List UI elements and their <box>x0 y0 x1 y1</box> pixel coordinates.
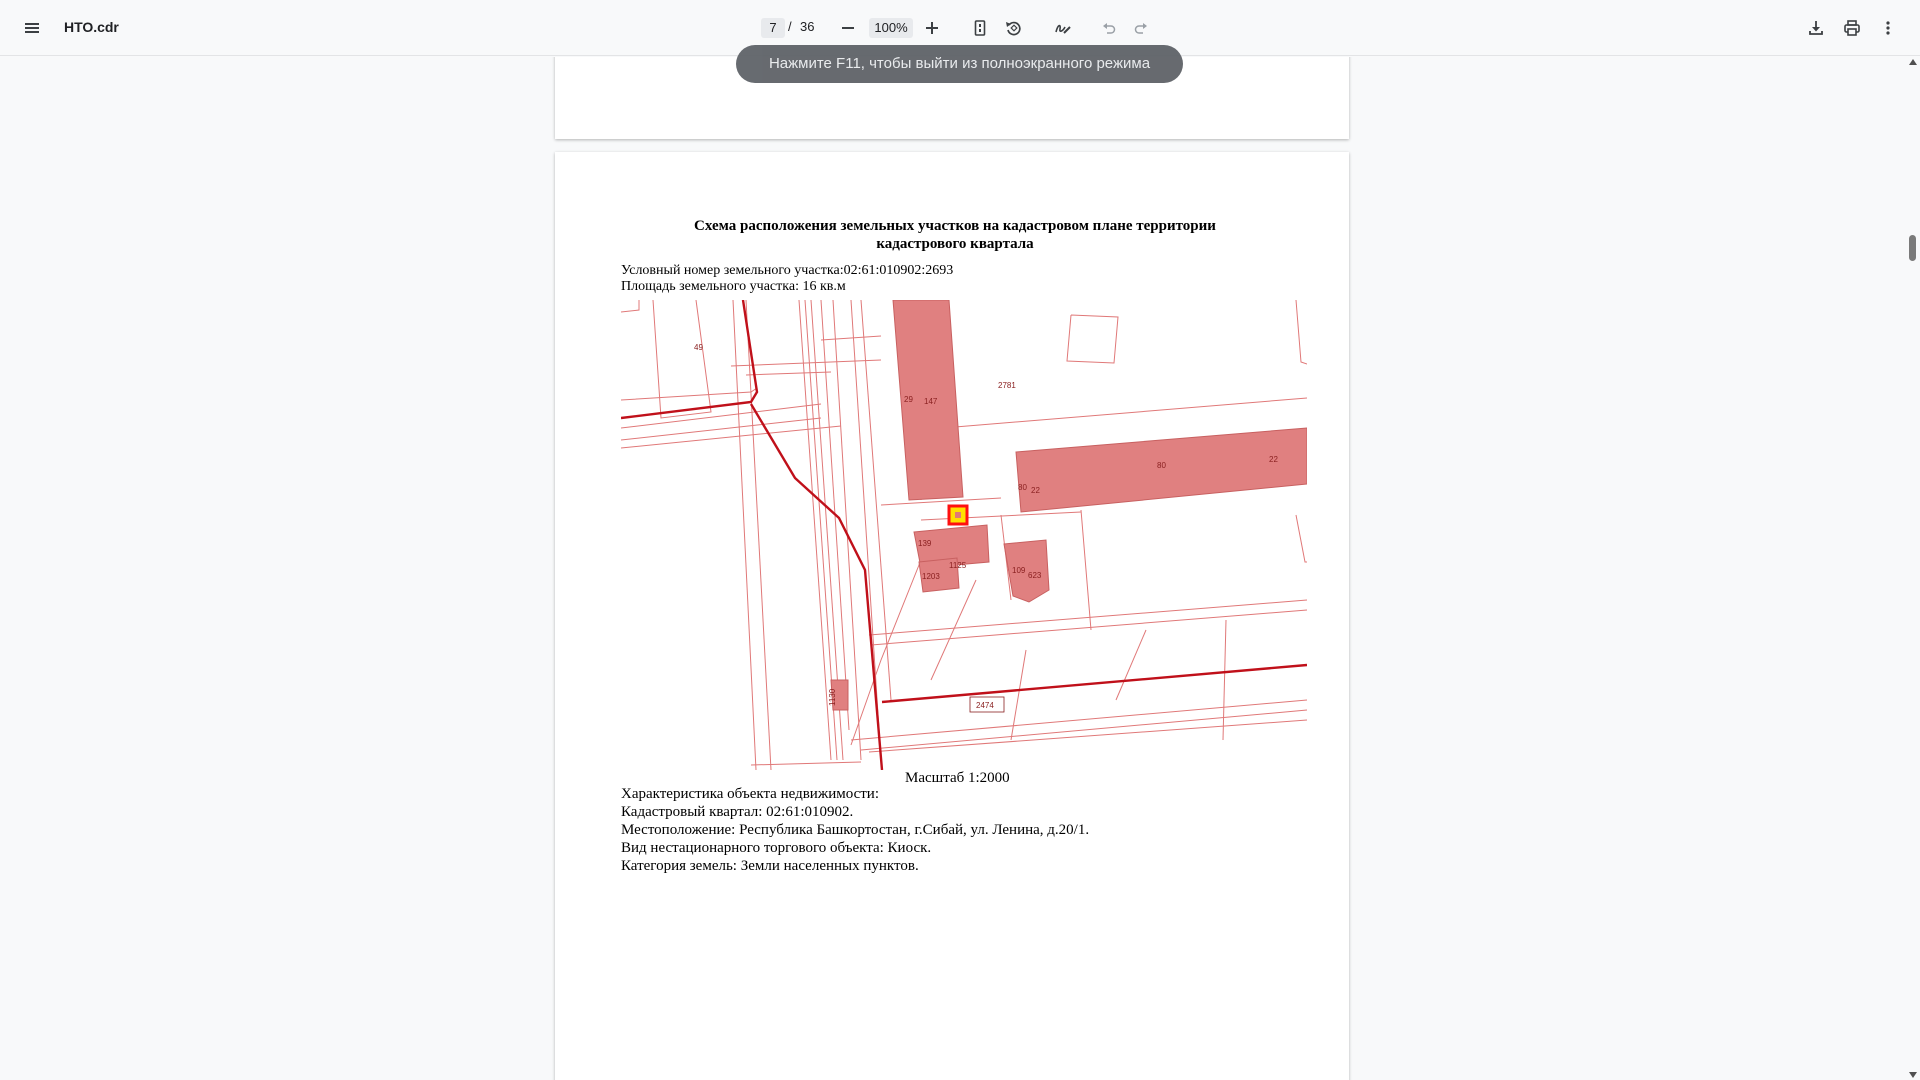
map-label-139: 139 <box>918 539 932 548</box>
map-label-80-a: 80 <box>1157 461 1166 470</box>
print-button[interactable] <box>1836 12 1868 44</box>
map-line <box>868 719 1307 753</box>
map-line <box>652 300 712 419</box>
redo-icon <box>1134 23 1147 34</box>
map-label-1130: 1130 <box>828 688 837 706</box>
map-line <box>870 609 1307 646</box>
document-title-line-2: кадастрового квартала <box>876 236 1034 252</box>
map-label-623: 623 <box>1028 571 1042 580</box>
parcel-109 <box>1003 539 1050 603</box>
document-title-line-1: Схема расположения земельных участков на… <box>694 218 1216 234</box>
map-line <box>1115 629 1147 701</box>
map-line <box>868 599 1307 636</box>
map-label-1203: 1203 <box>922 572 940 581</box>
pdf-page-current: Схема расположения земельных участков на… <box>555 152 1349 1080</box>
location-text: Местоположение: Республика Башкортостан,… <box>621 822 1090 838</box>
map-line <box>1066 314 1119 364</box>
map-line <box>745 371 832 376</box>
map-label-2474: 2474 <box>976 701 994 710</box>
document-title: Схема расположения земельных участков на… <box>675 217 1235 253</box>
map-label-80-b: 80 <box>1018 483 1027 492</box>
scroll-down-arrow-icon[interactable] <box>1909 1072 1917 1078</box>
zoom-in-button[interactable] <box>916 12 948 44</box>
document-viewport[interactable]: Схема расположения земельных участков на… <box>0 57 1906 1080</box>
fit-page-icon <box>974 20 986 36</box>
map-line <box>621 417 822 441</box>
fit-page-button[interactable] <box>964 12 996 44</box>
zoom-input[interactable]: 100% <box>869 18 913 38</box>
minus-icon <box>842 27 854 29</box>
map-line <box>860 709 1307 751</box>
fullscreen-exit-toast: Нажмите F11, чтобы выйти из полноэкранно… <box>736 45 1183 83</box>
map-line <box>918 397 1307 431</box>
plot-number-text: Условный номер земельного участка:02:61:… <box>621 263 954 278</box>
print-icon <box>1844 20 1860 36</box>
map-label-29: 29 <box>904 395 913 404</box>
scrollbar-thumb[interactable] <box>1909 235 1916 261</box>
total-pages: 36 <box>800 19 815 34</box>
file-name: НТО.cdr <box>64 19 119 35</box>
map-line <box>820 335 882 341</box>
map-label-2781: 2781 <box>998 381 1016 390</box>
map-label-22-a: 22 <box>1269 455 1278 464</box>
highlighted-plot-center <box>955 512 961 518</box>
rotate-icon <box>1006 21 1021 36</box>
rotate-button[interactable] <box>997 12 1029 44</box>
map-label-49: 49 <box>694 343 703 352</box>
hamburger-menu-icon <box>25 23 39 33</box>
undo-icon <box>1103 23 1116 34</box>
map-scale: Масштаб 1:2000 <box>905 770 1010 786</box>
land-category-text: Категория земель: Земли населенных пункт… <box>621 858 919 874</box>
map-line <box>750 761 862 766</box>
map-line <box>621 387 758 401</box>
boundary-line <box>621 300 759 420</box>
map-line <box>1010 649 1027 741</box>
more-options-button[interactable] <box>1872 12 1904 44</box>
map-label-1125: 1125 <box>949 561 967 570</box>
map-line <box>880 497 1002 506</box>
map-line <box>1080 509 1092 631</box>
map-label-109: 109 <box>1012 566 1026 575</box>
plus-icon <box>926 22 938 34</box>
plot-area-text: Площадь земельного участка: 16 кв.м <box>621 279 846 294</box>
map-line <box>850 559 922 746</box>
current-page-input[interactable]: 7 <box>761 18 785 38</box>
redo-button[interactable] <box>1125 12 1157 44</box>
download-icon <box>1809 21 1823 35</box>
page-separator: / <box>788 19 792 34</box>
download-button[interactable] <box>1800 12 1832 44</box>
map-line <box>798 300 832 761</box>
cadastral-map-drawing: 49 29 147 2781 80 22 22 80 139 1203 1125… <box>621 300 1307 770</box>
cadastral-quarter-text: Кадастровый квартал: 02:61:010902. <box>621 804 854 820</box>
map-line <box>621 300 640 313</box>
map-line <box>1295 514 1307 563</box>
pen-annotate-icon <box>1055 24 1071 34</box>
map-line <box>621 403 822 429</box>
zoom-out-button[interactable] <box>832 12 864 44</box>
parcel-building-80 <box>1015 427 1307 513</box>
characteristics-heading: Характеристика объекта недвижимости: <box>621 786 879 802</box>
more-vert-icon <box>1886 21 1890 35</box>
object-type-text: Вид нестационарного торгового объекта: К… <box>621 840 932 856</box>
scroll-up-arrow-icon[interactable] <box>1909 59 1917 65</box>
boundary-line <box>881 663 1307 704</box>
menu-button[interactable] <box>16 12 48 44</box>
map-label-22-b: 22 <box>1031 486 1040 495</box>
annotate-button[interactable] <box>1047 12 1079 44</box>
vertical-scrollbar[interactable] <box>1906 57 1920 1080</box>
map-line <box>745 300 772 770</box>
map-line <box>1222 619 1227 741</box>
map-label-147: 147 <box>924 397 938 406</box>
cadastral-map: 49 29 147 2781 80 22 22 80 139 1203 1125… <box>621 300 1307 770</box>
map-line <box>1295 300 1307 365</box>
undo-button[interactable] <box>1093 12 1125 44</box>
map-line <box>850 699 1307 741</box>
